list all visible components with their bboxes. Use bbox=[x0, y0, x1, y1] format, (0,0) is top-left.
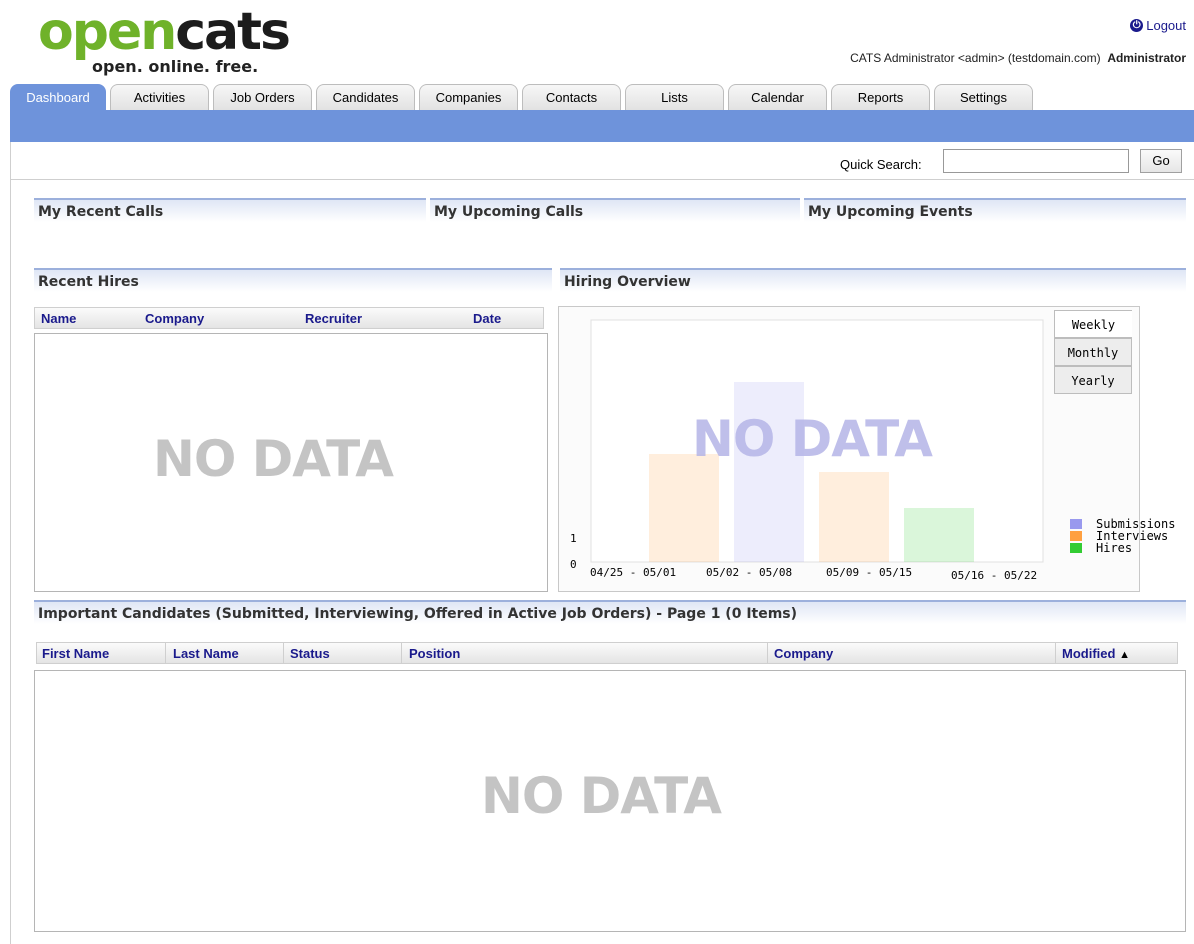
period-tab-monthly[interactable]: Monthly bbox=[1054, 338, 1132, 366]
x-axis-labels: 04/25 - 05/01 05/02 - 05/08 05/09 - 05/15 0… bbox=[590, 566, 1037, 582]
col-separator bbox=[767, 643, 768, 663]
recent-hires-table-body: NO DATA bbox=[34, 333, 548, 592]
period-tab-weekly[interactable]: Weekly bbox=[1054, 310, 1132, 338]
tab-calendar[interactable]: Calendar bbox=[728, 84, 827, 110]
col-modified[interactable]: Modified ▲ bbox=[1062, 646, 1130, 661]
hiring-overview-header: Hiring Overview bbox=[560, 268, 1186, 292]
y-axis-labels: 01 bbox=[570, 532, 577, 571]
tab-job-orders[interactable]: Job Orders bbox=[213, 84, 312, 110]
main-tabs: Dashboard Activities Job Orders Candidat… bbox=[10, 84, 1037, 110]
upcoming-calls-header: My Upcoming Calls bbox=[430, 198, 800, 222]
upcoming-events-header: My Upcoming Events bbox=[804, 198, 1186, 222]
sort-ascending-icon: ▲ bbox=[1119, 649, 1130, 661]
logout-link[interactable]: ⏻ Logout bbox=[1130, 18, 1186, 33]
quick-search-input[interactable] bbox=[943, 149, 1129, 173]
col-separator bbox=[283, 643, 284, 663]
divider bbox=[10, 179, 1194, 180]
col-last-name[interactable]: Last Name bbox=[173, 646, 239, 661]
bar-interviews bbox=[819, 472, 889, 562]
tab-lists[interactable]: Lists bbox=[625, 84, 724, 110]
opencats-logo[interactable]: opencats bbox=[38, 6, 291, 58]
logout-label: Logout bbox=[1146, 18, 1186, 33]
tab-companies[interactable]: Companies bbox=[419, 84, 518, 110]
tab-activities[interactable]: Activities bbox=[110, 84, 209, 110]
tab-candidates[interactable]: Candidates bbox=[316, 84, 415, 110]
y-tick-label: 0 bbox=[570, 558, 577, 571]
legend-swatch bbox=[1070, 519, 1082, 529]
legend-item-hires: Hires bbox=[1070, 542, 1175, 554]
legend-swatch bbox=[1070, 531, 1082, 541]
no-data-text: NO DATA bbox=[153, 430, 394, 488]
tab-dashboard[interactable]: Dashboard bbox=[10, 84, 106, 110]
period-tab-yearly[interactable]: Yearly bbox=[1054, 366, 1132, 394]
legend-swatch bbox=[1070, 543, 1082, 553]
logo-tagline: open. online. free. bbox=[92, 57, 259, 76]
col-company[interactable]: Company bbox=[145, 311, 204, 326]
quick-search-go-button[interactable]: Go bbox=[1140, 149, 1182, 173]
user-role: Administrator bbox=[1107, 51, 1186, 65]
bar-interviews bbox=[649, 454, 719, 562]
content-border bbox=[10, 142, 11, 944]
no-data-text: NO DATA bbox=[481, 767, 722, 825]
x-tick-label: 05/02 - 05/08 bbox=[706, 566, 792, 579]
x-tick-label: 04/25 - 05/01 bbox=[590, 566, 676, 579]
tab-settings[interactable]: Settings bbox=[934, 84, 1033, 110]
chart-legend: Submissions Interviews Hires bbox=[1070, 518, 1175, 554]
recent-hires-table-header: Name Company Recruiter Date bbox=[34, 307, 544, 329]
col-separator bbox=[401, 643, 402, 663]
bar-submissions bbox=[734, 382, 804, 562]
legend-label: Hires bbox=[1096, 541, 1133, 555]
col-status[interactable]: Status bbox=[290, 646, 330, 661]
tab-reports[interactable]: Reports bbox=[831, 84, 930, 110]
col-name[interactable]: Name bbox=[41, 311, 76, 326]
col-separator bbox=[165, 643, 166, 663]
x-tick-label: 05/09 - 05/15 bbox=[826, 566, 912, 579]
recent-hires-header: Recent Hires bbox=[34, 268, 552, 292]
bar-hires bbox=[904, 508, 974, 562]
sub-nav-bar bbox=[10, 110, 1194, 142]
candidates-table-header: First Name Last Name Status Position Com… bbox=[36, 642, 1178, 664]
logo-open-text: open bbox=[38, 2, 177, 62]
important-candidates-header: Important Candidates (Submitted, Intervi… bbox=[34, 600, 1186, 624]
col-separator bbox=[1055, 643, 1056, 663]
col-position[interactable]: Position bbox=[409, 646, 460, 661]
quick-search-label: Quick Search: bbox=[840, 157, 922, 172]
col-modified-label: Modified bbox=[1062, 646, 1116, 661]
y-tick-label: 1 bbox=[570, 532, 577, 545]
col-date[interactable]: Date bbox=[473, 311, 501, 326]
recent-calls-header: My Recent Calls bbox=[34, 198, 426, 222]
logo-cats-text: cats bbox=[175, 2, 291, 62]
col-first-name[interactable]: First Name bbox=[42, 646, 109, 661]
col-company[interactable]: Company bbox=[774, 646, 833, 661]
candidates-table-body: NO DATA bbox=[34, 670, 1186, 932]
x-tick-label: 05/16 - 05/22 bbox=[951, 569, 1037, 582]
power-icon: ⏻ bbox=[1130, 19, 1144, 32]
user-identity: CATS Administrator <admin> (testdomain.c… bbox=[850, 51, 1101, 65]
user-info: CATS Administrator <admin> (testdomain.c… bbox=[850, 51, 1186, 65]
col-recruiter[interactable]: Recruiter bbox=[305, 311, 362, 326]
chart-no-data-text: NO DATA bbox=[692, 410, 933, 468]
tab-contacts[interactable]: Contacts bbox=[522, 84, 621, 110]
